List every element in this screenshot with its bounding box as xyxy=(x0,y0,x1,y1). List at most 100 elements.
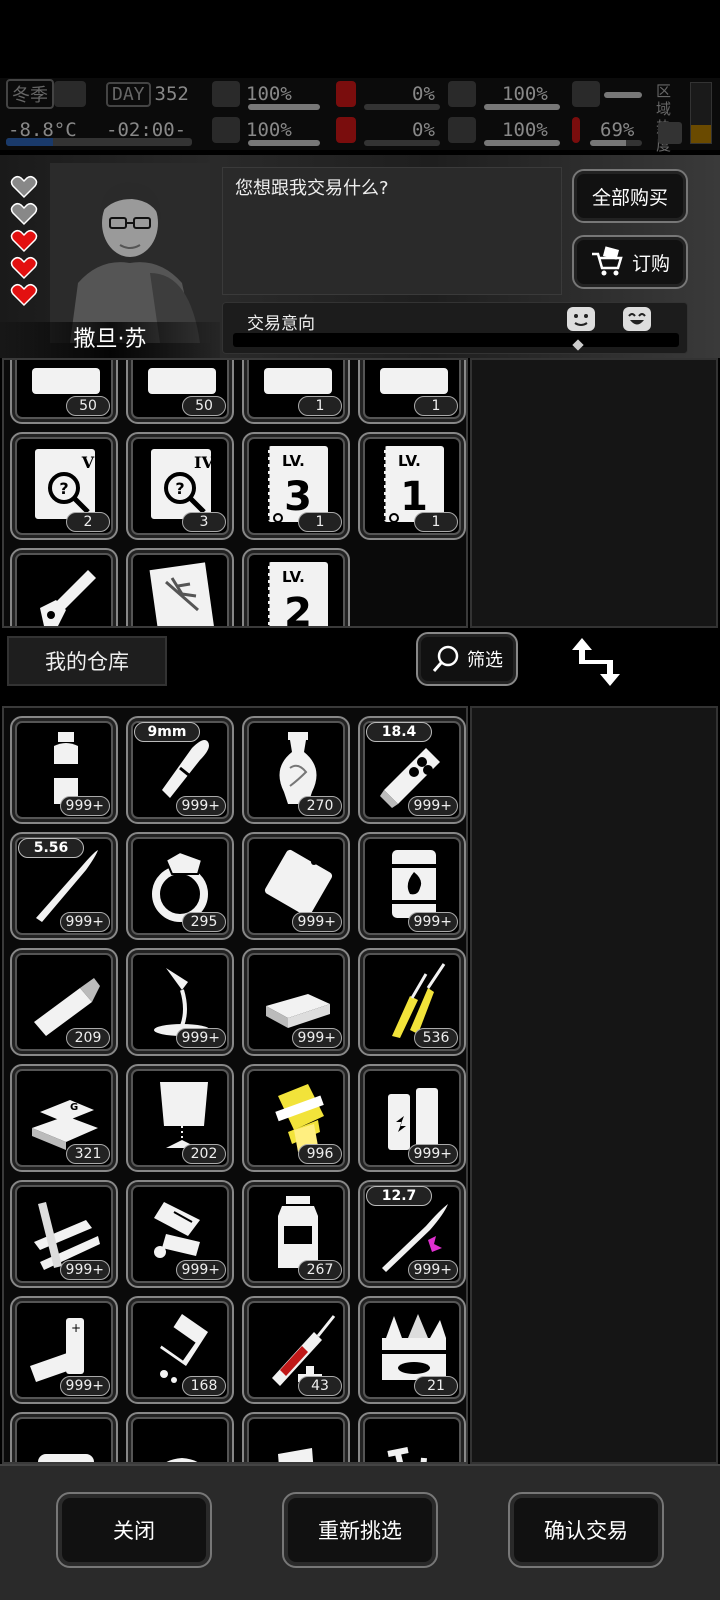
item-slot[interactable]: 999+ xyxy=(126,948,234,1056)
item-slot[interactable]: LV.21 xyxy=(242,548,350,628)
item-slot[interactable]: G 321 xyxy=(10,1064,118,1172)
trade-intent-bar xyxy=(233,333,679,347)
item-slot[interactable]: 202 xyxy=(126,1064,234,1172)
item-count: 999+ xyxy=(407,1260,458,1280)
item-slot[interactable] xyxy=(126,1412,234,1462)
item-slot[interactable]: 999+ xyxy=(242,948,350,1056)
filter-button[interactable]: 筛选 xyxy=(416,632,518,686)
item-slot[interactable]: +999+ xyxy=(10,1296,118,1404)
caliber-tag: 5.56 xyxy=(18,838,84,858)
key-icon xyxy=(40,570,96,626)
affinity-heart-icon xyxy=(10,256,38,280)
item-count: 536 xyxy=(414,1028,458,1048)
health-bottom-bar xyxy=(248,140,320,146)
item-slot[interactable]: 18.4 999+ xyxy=(358,716,466,824)
svg-text:LV.: LV. xyxy=(282,452,305,470)
item-slot[interactable]: 999+ xyxy=(242,832,350,940)
item-slot[interactable]: 1 xyxy=(126,548,234,626)
item-count: 209 xyxy=(66,1028,110,1048)
affinity-heart-icon xyxy=(10,229,38,253)
close-button[interactable]: 关闭 xyxy=(56,1492,212,1568)
item-count: 270 xyxy=(298,796,342,816)
item-slot[interactable]: 50 xyxy=(126,360,234,424)
reselect-button[interactable]: 重新挑选 xyxy=(282,1492,438,1568)
item-slot[interactable] xyxy=(242,1412,350,1462)
affinity-heart-icon xyxy=(10,283,38,307)
svg-text:V: V xyxy=(81,453,95,472)
item-slot[interactable]: 996 xyxy=(242,1064,350,1172)
item-count: 2 xyxy=(66,512,110,532)
item-slot[interactable]: 21 xyxy=(358,1296,466,1404)
caliber-tag: 12.7 xyxy=(366,1186,432,1206)
mood-bar xyxy=(484,140,560,146)
item-slot[interactable]: 1 xyxy=(242,360,350,424)
svg-text:?: ? xyxy=(175,479,184,498)
affinity-heart-icon xyxy=(10,175,38,199)
confirm-trade-button[interactable]: 确认交易 xyxy=(508,1492,664,1568)
trade-intent-label: 交易意向 xyxy=(247,314,315,334)
item-count: 295 xyxy=(182,912,226,932)
item-slot[interactable]: 999+ xyxy=(10,716,118,824)
boot-bar xyxy=(604,92,642,98)
weather-icon xyxy=(54,80,92,108)
item-count: 168 xyxy=(182,1376,226,1396)
buy-all-label: 全部购买 xyxy=(591,186,668,209)
item-slot[interactable]: 536 xyxy=(358,948,466,1056)
trader-portrait xyxy=(50,163,210,343)
item-slot[interactable]: ? V 2 xyxy=(10,432,118,540)
item-count: 996 xyxy=(298,1144,342,1164)
temperature-bar xyxy=(6,138,192,146)
item-slot[interactable]: 999+ xyxy=(126,1180,234,1288)
item-slot[interactable]: 267 xyxy=(242,1180,350,1288)
trader-inventory-panel[interactable]: 505011?V2?IV3LV.31LV.1111LV.21 xyxy=(2,358,468,628)
item-slot[interactable]: 295 xyxy=(126,832,234,940)
reselect-label: 重新挑选 xyxy=(318,1519,402,1543)
day-label: DAY xyxy=(106,81,151,107)
swap-arrows-icon[interactable] xyxy=(568,634,624,690)
item-slot[interactable]: 999+ xyxy=(10,1180,118,1288)
item-count: 1 xyxy=(414,396,458,416)
item-slot[interactable]: LV. 3 1 xyxy=(242,432,350,540)
item-slot[interactable]: 9mm 999+ xyxy=(126,716,234,824)
item-slot[interactable] xyxy=(358,1412,466,1462)
item-count: 999+ xyxy=(407,796,458,816)
order-button[interactable]: 订购 xyxy=(572,235,688,289)
item-slot[interactable]: LV. 1 1 xyxy=(358,432,466,540)
item-slot[interactable] xyxy=(10,1412,118,1462)
item-slot[interactable]: 12.7 999+ xyxy=(358,1180,466,1288)
item-count: 1 xyxy=(414,512,458,532)
buy-all-button[interactable]: 全部购买 xyxy=(572,169,688,223)
health-bottom-value: 100% xyxy=(246,119,292,141)
item-slot[interactable]: 270 xyxy=(242,716,350,824)
boot-icon xyxy=(572,81,600,107)
item-count: 3 xyxy=(182,512,226,532)
item-count: 999+ xyxy=(59,1376,110,1396)
day-value: 352 xyxy=(154,83,189,105)
player-offer-panel xyxy=(470,706,718,1464)
item-slot[interactable]: 168 xyxy=(126,1296,234,1404)
stamina-bar xyxy=(590,140,642,146)
warehouse-inventory-panel[interactable]: 999+ 9mm 999+ 270 18.4 999+ 5.56 999+ 295 999+ 999… xyxy=(2,706,468,1464)
item-slot[interactable]: 43 xyxy=(242,1296,350,1404)
item-slot[interactable]: 999+ xyxy=(358,832,466,940)
item-count: 999+ xyxy=(175,796,226,816)
armor-value: 100% xyxy=(502,83,548,105)
item-slot[interactable]: 999+ xyxy=(358,1064,466,1172)
heart-icon xyxy=(448,117,476,143)
speaker-icon[interactable] xyxy=(658,122,682,144)
caliber-tag: 9mm xyxy=(134,722,200,742)
item-slot[interactable]: 1 xyxy=(10,548,118,626)
item-slot[interactable]: 5.56 999+ xyxy=(10,832,118,940)
item-count: 999+ xyxy=(175,1260,226,1280)
item-count: 21 xyxy=(414,1376,458,1396)
item-count: 999+ xyxy=(175,1028,226,1048)
item-count: 202 xyxy=(182,1144,226,1164)
svg-text:2: 2 xyxy=(284,590,312,628)
item-slot[interactable]: 50 xyxy=(10,360,118,424)
svg-text:?: ? xyxy=(59,479,68,498)
item-slot[interactable]: 1 xyxy=(358,360,466,424)
item-slot[interactable]: ? IV 3 xyxy=(126,432,234,540)
item-slot[interactable]: 209 xyxy=(10,948,118,1056)
order-label: 订购 xyxy=(631,252,670,275)
item-count: 1 xyxy=(298,396,342,416)
